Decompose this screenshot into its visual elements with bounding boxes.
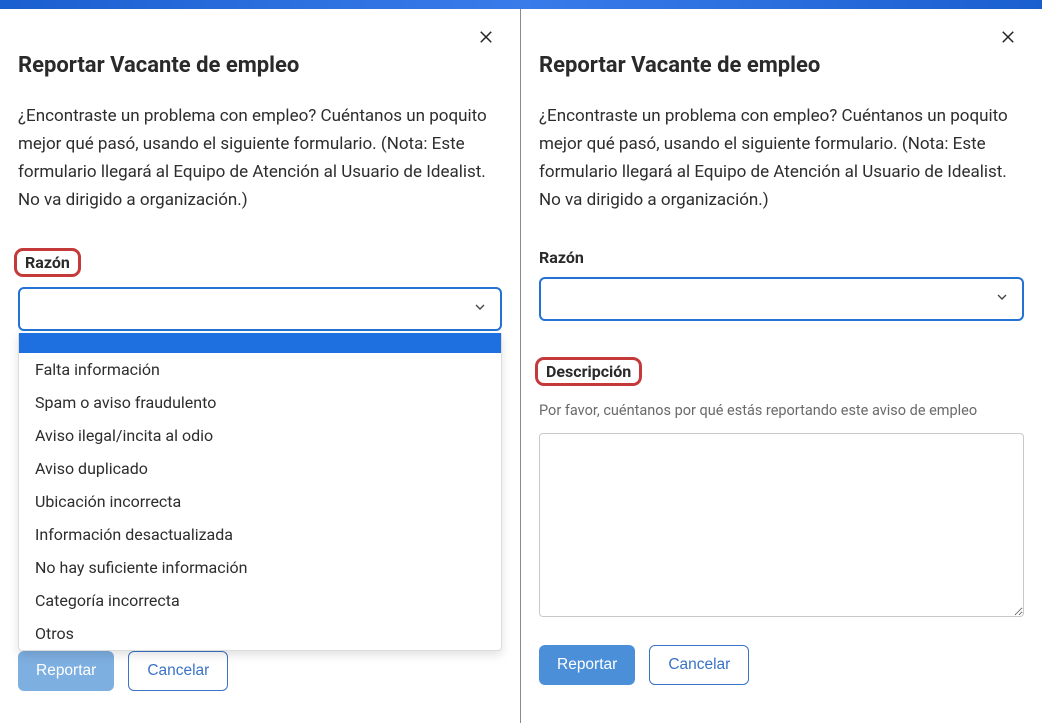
description-textarea[interactable] xyxy=(539,433,1024,617)
report-button[interactable]: Reportar xyxy=(539,645,635,685)
reason-option[interactable]: Aviso duplicado xyxy=(19,452,501,485)
dialog-intro: ¿Encontraste un problema con empleo? Cué… xyxy=(18,102,498,214)
reason-option[interactable]: Falta información xyxy=(19,353,501,386)
reason-option[interactable]: No hay suficiente información xyxy=(19,551,501,584)
close-icon xyxy=(999,28,1017,46)
report-dialog-left: Reportar Vacante de empleo ¿Encontraste … xyxy=(0,9,521,723)
reason-select-wrap xyxy=(539,277,1024,321)
dialog-title: Reportar Vacante de empleo xyxy=(18,53,502,78)
reason-option[interactable]: Spam o aviso fraudulento xyxy=(19,386,501,419)
split-container: Reportar Vacante de empleo ¿Encontraste … xyxy=(0,9,1042,723)
reason-select[interactable] xyxy=(539,277,1024,321)
cancel-button[interactable]: Cancelar xyxy=(128,651,228,691)
reason-option[interactable]: Otros xyxy=(19,617,501,650)
top-accent-bar xyxy=(0,0,1042,9)
reason-select[interactable] xyxy=(18,287,502,331)
description-hint: Por favor, cuéntanos por qué estás repor… xyxy=(539,402,1024,419)
dialog-intro: ¿Encontraste un problema con empleo? Cué… xyxy=(539,102,1019,214)
reason-option[interactable]: Información desactualizada xyxy=(19,518,501,551)
cancel-button[interactable]: Cancelar xyxy=(649,645,749,685)
dialog-title: Reportar Vacante de empleo xyxy=(539,53,1024,78)
description-section: Descripción Por favor, cuéntanos por qué… xyxy=(539,357,1024,621)
reason-option[interactable]: Categoría incorrecta xyxy=(19,584,501,617)
reason-option[interactable]: Aviso ilegal/incita al odio xyxy=(19,419,501,452)
dialog-actions: Reportar Cancelar xyxy=(539,645,1024,685)
close-button[interactable] xyxy=(994,23,1022,51)
dialog-actions: Reportar Cancelar xyxy=(18,651,228,691)
reason-label: Razón xyxy=(539,248,584,267)
report-dialog-right: Reportar Vacante de empleo ¿Encontraste … xyxy=(521,9,1042,723)
description-label: Descripción xyxy=(535,357,642,386)
close-icon xyxy=(477,28,495,46)
reason-select-wrap: Falta información Spam o aviso fraudulen… xyxy=(18,287,502,331)
reason-option[interactable]: Ubicación incorrecta xyxy=(19,485,501,518)
reason-label: Razón xyxy=(14,248,81,277)
close-button[interactable] xyxy=(472,23,500,51)
report-button[interactable]: Reportar xyxy=(18,651,114,691)
reason-dropdown: Falta información Spam o aviso fraudulen… xyxy=(18,333,502,651)
reason-option-blank[interactable] xyxy=(19,333,501,353)
